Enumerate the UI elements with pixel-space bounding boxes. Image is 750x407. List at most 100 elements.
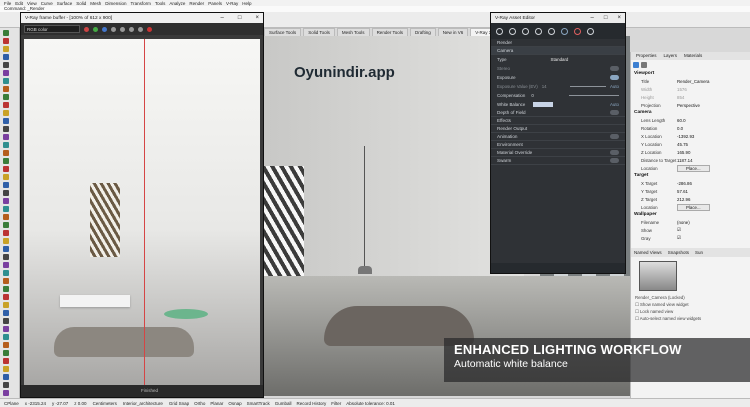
tool-icon[interactable] bbox=[3, 222, 9, 228]
tool-icon[interactable] bbox=[3, 374, 9, 380]
tab-3[interactable]: Render Tools bbox=[371, 28, 408, 36]
textures-icon[interactable] bbox=[535, 27, 542, 35]
wallpaper-prop-value[interactable]: ☑ bbox=[677, 227, 681, 233]
menu-item-file[interactable]: File bbox=[4, 1, 11, 6]
frame-buffer-icon[interactable] bbox=[587, 27, 594, 35]
menu-item-render[interactable]: Render bbox=[189, 1, 204, 6]
status-item[interactable]: Osnap bbox=[228, 401, 241, 406]
menu-item-help[interactable]: Help bbox=[242, 1, 251, 6]
object-props-icon[interactable] bbox=[641, 62, 647, 68]
status-item[interactable]: Absolute tolerance: 0.01 bbox=[346, 401, 395, 406]
named-view-option[interactable]: ☐ Auto-select named view widgets bbox=[631, 316, 750, 323]
camera-prop-value[interactable]: 60.0 bbox=[677, 118, 686, 123]
wallpaper-prop-value[interactable]: (none) bbox=[677, 220, 690, 225]
menu-item-view[interactable]: View bbox=[27, 1, 37, 6]
target-prop-value[interactable]: 57.61 bbox=[677, 189, 688, 194]
status-item[interactable]: Ortho bbox=[194, 401, 205, 406]
viewport-prop-value[interactable]: Perspective bbox=[677, 103, 700, 108]
section-environment[interactable]: Environment bbox=[491, 141, 625, 149]
menu-item-dimension[interactable]: Dimension bbox=[105, 1, 126, 6]
tool-icon[interactable] bbox=[3, 318, 9, 324]
menu-item-edit[interactable]: Edit bbox=[15, 1, 23, 6]
vfb-title-bar[interactable]: V-Ray frame buffer - [100% of 612 x 900]… bbox=[21, 13, 263, 23]
tool-icon[interactable] bbox=[3, 278, 9, 284]
viewport-prop-value[interactable]: 854 bbox=[677, 95, 684, 100]
white-balance-swatch[interactable] bbox=[533, 102, 554, 107]
tool-icon[interactable] bbox=[3, 46, 9, 52]
tab-5[interactable]: New in V6 bbox=[437, 28, 469, 36]
tool-icon[interactable] bbox=[3, 358, 9, 364]
tab-sun[interactable]: Sun bbox=[695, 250, 703, 255]
geometry-icon[interactable] bbox=[522, 27, 529, 35]
tool-icon[interactable] bbox=[3, 214, 9, 220]
tool-icon[interactable] bbox=[3, 70, 9, 76]
status-item[interactable]: SmartTrack bbox=[247, 401, 270, 406]
tool-icon[interactable] bbox=[3, 366, 9, 372]
viewport-props-icon[interactable] bbox=[633, 62, 639, 68]
compensation-value[interactable]: 0 bbox=[531, 93, 533, 98]
type-value[interactable]: Standard bbox=[551, 57, 569, 62]
material-override-toggle[interactable] bbox=[610, 150, 619, 155]
tab-2[interactable]: Mesh Tools bbox=[336, 28, 370, 36]
tab-materials[interactable]: Materials bbox=[682, 52, 704, 60]
minimize-icon[interactable]: – bbox=[591, 15, 594, 21]
tool-icon[interactable] bbox=[3, 174, 9, 180]
tool-icon[interactable] bbox=[3, 254, 9, 260]
section-swarm[interactable]: Swarm bbox=[491, 157, 625, 165]
section-animation[interactable]: Animation bbox=[491, 133, 625, 141]
tool-icon[interactable] bbox=[3, 134, 9, 140]
tool-icon[interactable] bbox=[3, 286, 9, 292]
named-view-option[interactable]: ☐ Lock named view bbox=[631, 309, 750, 316]
close-icon[interactable]: × bbox=[255, 15, 259, 21]
white-balance-auto[interactable]: Auto bbox=[610, 102, 619, 107]
tool-icon[interactable] bbox=[3, 190, 9, 196]
tool-icon[interactable] bbox=[3, 262, 9, 268]
tab-4[interactable]: Drafting bbox=[410, 28, 436, 36]
tool-icon[interactable] bbox=[3, 126, 9, 132]
tool-icon[interactable] bbox=[3, 94, 9, 100]
exposure-slider[interactable] bbox=[569, 86, 606, 87]
region-icon[interactable] bbox=[138, 26, 143, 32]
alpha-channel-icon[interactable] bbox=[111, 26, 116, 32]
tool-icon[interactable] bbox=[3, 166, 9, 172]
section-effects[interactable]: Effects bbox=[491, 117, 625, 125]
status-item[interactable]: Planar bbox=[210, 401, 223, 406]
tool-icon[interactable] bbox=[3, 38, 9, 44]
status-item[interactable]: Gumball bbox=[275, 401, 292, 406]
viewport-prop-value[interactable]: Render_Camera bbox=[677, 79, 709, 84]
tab-snapshots[interactable]: Snapshots bbox=[668, 250, 689, 255]
section-depth-of-field[interactable]: Depth of Field bbox=[491, 109, 625, 117]
tool-icon[interactable] bbox=[3, 230, 9, 236]
maximize-icon[interactable]: □ bbox=[604, 15, 608, 21]
exposure-toggle[interactable] bbox=[610, 75, 619, 80]
tool-icon[interactable] bbox=[3, 198, 9, 204]
red-channel-icon[interactable] bbox=[84, 26, 89, 32]
status-item[interactable]: Record History bbox=[297, 401, 327, 406]
camera-place-button[interactable]: Place... bbox=[677, 164, 710, 172]
menu-item-panels[interactable]: Panels bbox=[208, 1, 222, 6]
tool-icon[interactable] bbox=[3, 54, 9, 60]
section-render[interactable]: Render bbox=[491, 39, 625, 47]
menu-item-vray[interactable]: V-Ray bbox=[226, 1, 238, 6]
close-icon[interactable]: × bbox=[617, 15, 621, 21]
rendered-image[interactable] bbox=[24, 39, 260, 385]
tool-icon[interactable] bbox=[3, 350, 9, 356]
section-camera[interactable]: Camera bbox=[491, 47, 625, 55]
tab-named-views[interactable]: Named Views bbox=[634, 250, 662, 255]
clear-icon[interactable] bbox=[129, 26, 134, 32]
channel-select[interactable]: RGB color bbox=[24, 25, 80, 33]
exposure-value[interactable]: 14 bbox=[542, 84, 547, 89]
tool-icon[interactable] bbox=[3, 342, 9, 348]
tool-icon[interactable] bbox=[3, 270, 9, 276]
status-layer[interactable]: Interior_architecture bbox=[123, 401, 163, 406]
named-view-thumbnail[interactable] bbox=[639, 261, 677, 291]
vray-frame-buffer-window[interactable]: V-Ray frame buffer - [100% of 612 x 900]… bbox=[20, 12, 264, 398]
tool-icon[interactable] bbox=[3, 246, 9, 252]
tool-icon[interactable] bbox=[3, 238, 9, 244]
tool-icon[interactable] bbox=[3, 142, 9, 148]
green-channel-icon[interactable] bbox=[93, 26, 98, 32]
dof-toggle[interactable] bbox=[610, 110, 619, 115]
tool-icon[interactable] bbox=[3, 302, 9, 308]
maximize-icon[interactable]: □ bbox=[238, 15, 242, 21]
materials-icon[interactable] bbox=[496, 27, 503, 35]
